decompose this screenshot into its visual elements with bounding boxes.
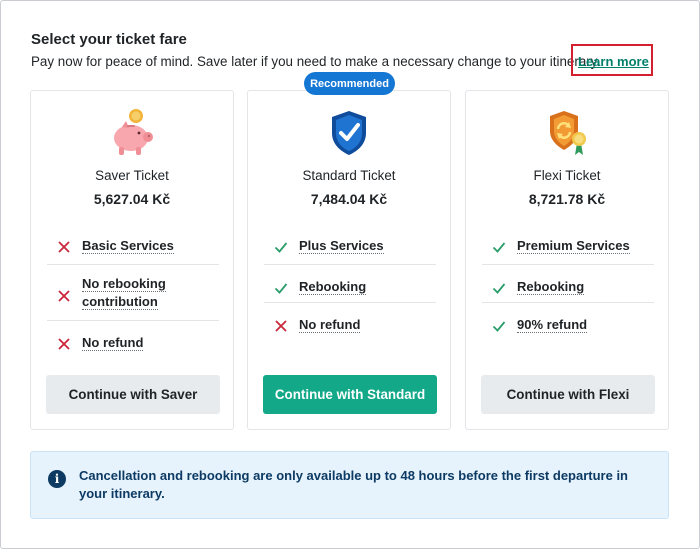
fare-card-saver: Saver Ticket 5,627.04 Kč Basic Services …: [30, 90, 234, 430]
fare-price: 7,484.04 Kč: [310, 191, 388, 207]
info-text: Cancellation and rebooking are only avai…: [79, 468, 629, 501]
info-icon: i: [48, 470, 66, 488]
fare-name: Saver Ticket: [95, 168, 169, 183]
feature-label[interactable]: 90% refund: [517, 317, 588, 333]
check-icon: [492, 283, 506, 294]
feature-row: No rebooking contribution: [47, 265, 219, 321]
feature-row: Plus Services: [264, 229, 436, 265]
fare-card-flexi: Flexi Ticket 8,721.78 Kč Premium Service…: [465, 90, 669, 430]
feature-label[interactable]: Basic Services: [82, 238, 174, 254]
feature-label[interactable]: No refund: [299, 317, 361, 333]
feature-row: Basic Services: [47, 229, 219, 265]
feature-label[interactable]: Rebooking: [517, 279, 585, 295]
continue-flexi-button[interactable]: Continue with Flexi: [481, 375, 655, 414]
cross-icon: [58, 338, 70, 350]
continue-standard-button[interactable]: Continue with Standard: [263, 375, 437, 414]
feature-label[interactable]: Rebooking: [299, 279, 367, 295]
feature-row: No refund: [264, 303, 436, 341]
feature-label[interactable]: Premium Services: [517, 238, 630, 254]
feature-row: 90% refund: [482, 303, 654, 341]
fare-price: 5,627.04 Kč: [93, 191, 171, 207]
page-title: Select your ticket fare: [31, 31, 187, 48]
piggy-bank-icon: [114, 109, 153, 155]
fare-price: 8,721.78 Kč: [528, 191, 606, 207]
cross-icon: [58, 290, 70, 302]
cross-icon: [275, 320, 287, 332]
check-icon: [274, 283, 288, 294]
continue-saver-button[interactable]: Continue with Saver: [46, 375, 220, 414]
feature-label[interactable]: No refund: [82, 335, 144, 351]
feature-label[interactable]: Plus Services: [299, 238, 384, 254]
fare-name: Flexi Ticket: [533, 168, 601, 183]
check-icon: [274, 242, 288, 253]
feature-row: No refund: [47, 321, 219, 359]
feature-row: Rebooking: [264, 265, 436, 303]
feature-row: Rebooking: [482, 265, 654, 303]
recommended-badge: Recommended: [304, 72, 395, 95]
page-subtitle: Pay now for peace of mind. Save later if…: [31, 54, 601, 69]
shield-check-icon: [332, 111, 366, 155]
feature-row: Premium Services: [482, 229, 654, 265]
fare-name: Standard Ticket: [302, 168, 396, 183]
feature-label[interactable]: No rebooking contribution: [82, 276, 166, 310]
check-icon: [492, 242, 506, 253]
learn-more-link[interactable]: Learn more: [578, 54, 649, 69]
refresh-shield-icon: [550, 111, 586, 155]
check-icon: [492, 321, 506, 332]
info-banner: i Cancellation and rebooking are only av…: [30, 451, 669, 519]
cross-icon: [58, 241, 70, 253]
fare-card-standard: Standard Ticket 7,484.04 Kč Plus Service…: [247, 90, 451, 430]
